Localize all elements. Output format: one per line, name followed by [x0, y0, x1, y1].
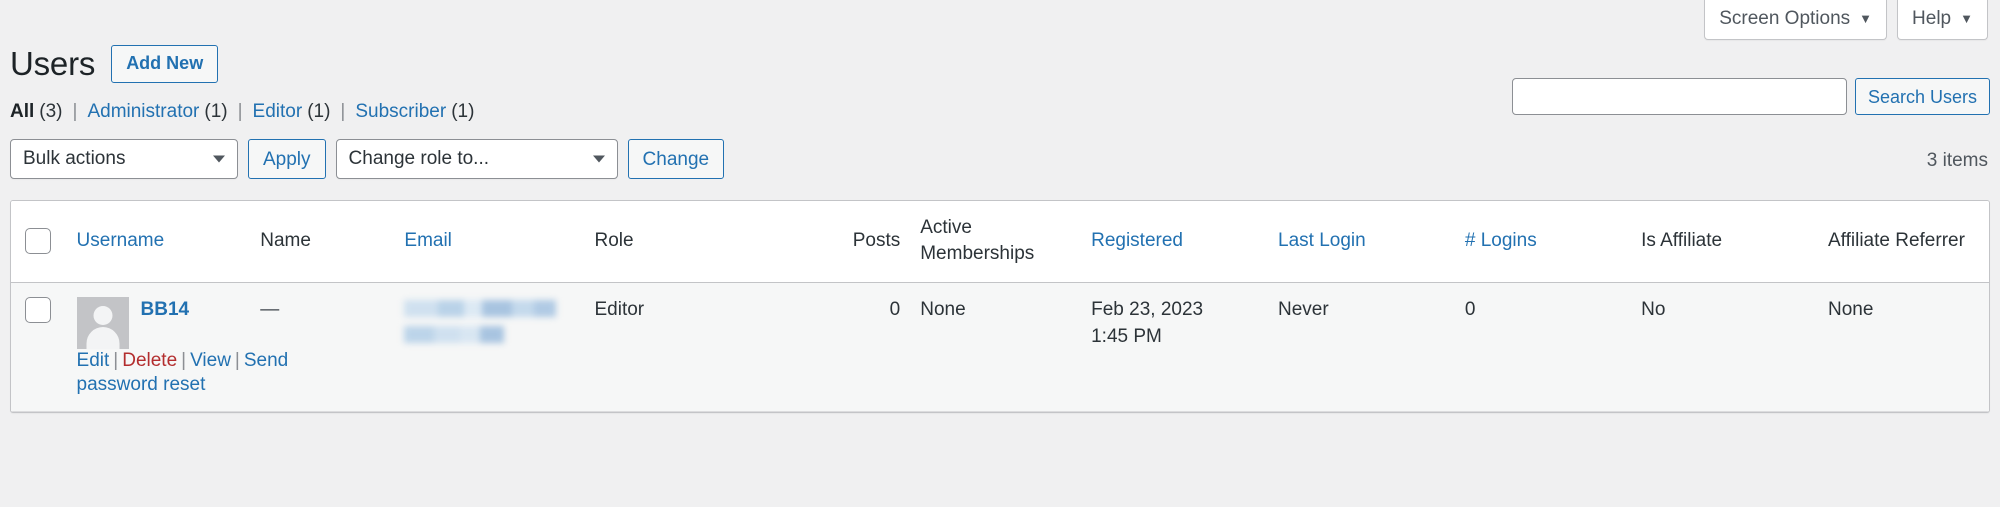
affiliate-referrer-cell: None	[1818, 282, 1989, 412]
screen-meta-tabs: Screen Options ▼ Help ▼	[1704, 0, 1988, 40]
column-header-active-memberships: Active Memberships	[910, 201, 1082, 284]
role-filter-links: All (3) | Administrator (1) | Editor (1) | …	[10, 99, 474, 126]
avatar-head	[93, 306, 113, 326]
num-logins-cell: 0	[1454, 282, 1632, 412]
column-header-num-logins[interactable]: # Logins	[1454, 201, 1632, 284]
select-all-header	[11, 201, 67, 284]
username-cell: BB14 Edit | Delete | View | Send password rese…	[66, 282, 288, 412]
table-header-row: Username Name Email Role Posts Active Me…	[11, 201, 1989, 284]
posts-cell: 0	[771, 282, 911, 412]
help-tab[interactable]: Help ▼	[1897, 0, 1988, 40]
email-redacted	[404, 297, 574, 344]
column-header-registered[interactable]: Registered	[1081, 201, 1268, 284]
filter-separator: |	[237, 101, 243, 122]
action-separator: |	[181, 350, 187, 372]
view-link[interactable]: View	[190, 350, 231, 371]
select-all-checkbox[interactable]	[25, 227, 51, 254]
column-header-username[interactable]: Username	[66, 201, 251, 284]
filter-all-count: (3)	[39, 101, 63, 122]
column-header-email[interactable]: Email	[394, 201, 585, 284]
redaction-block	[404, 326, 505, 344]
apply-button[interactable]: Apply	[248, 139, 326, 179]
filter-subscriber-count: (1)	[451, 101, 475, 122]
row-checkbox[interactable]	[25, 297, 51, 324]
column-header-name: Name	[250, 201, 395, 284]
sort-num-logins-link[interactable]: # Logins	[1465, 230, 1537, 251]
chevron-down-icon	[592, 155, 605, 163]
table-row: BB14 Edit | Delete | View | Send password rese…	[11, 282, 1989, 412]
row-select-cell	[11, 282, 67, 412]
displaying-num: 3 items	[1926, 150, 1988, 171]
action-separator: |	[234, 350, 240, 372]
action-separator: |	[113, 350, 119, 372]
role-cell: Editor	[584, 282, 772, 412]
email-cell	[394, 282, 585, 412]
users-table: Username Name Email Role Posts Active Me…	[10, 200, 1990, 413]
filter-editor[interactable]: Editor (1)	[253, 99, 331, 126]
change-role-selected-label: Change role to...	[348, 148, 490, 169]
bulk-actions-select[interactable]: Bulk actions	[10, 139, 238, 179]
name-cell: —	[250, 282, 395, 412]
active-memberships-cell: None	[910, 282, 1082, 412]
registered-time: 1:45 PM	[1091, 325, 1162, 347]
search-input[interactable]	[1511, 78, 1847, 115]
filter-all[interactable]: All (3)	[10, 99, 63, 126]
search-users-form: Search Users	[1511, 78, 1990, 115]
add-new-button[interactable]: Add New	[111, 44, 219, 84]
filter-editor-link[interactable]: Editor	[253, 101, 303, 122]
search-users-button[interactable]: Search Users	[1854, 78, 1990, 115]
change-role-button[interactable]: Change	[627, 139, 725, 179]
column-header-is-affiliate: Is Affiliate	[1631, 201, 1818, 284]
bulk-actions-selected-label: Bulk actions	[23, 148, 126, 169]
filter-administrator-link[interactable]: Administrator	[87, 101, 199, 122]
sort-registered-link[interactable]: Registered	[1091, 230, 1183, 251]
chevron-down-icon: ▼	[1859, 11, 1873, 26]
screen-options-label: Screen Options	[1719, 8, 1851, 29]
column-header-affiliate-referrer: Affiliate Referrer	[1818, 201, 1989, 284]
redaction-block	[404, 300, 557, 318]
sort-username-link[interactable]: Username	[77, 230, 165, 251]
default-avatar-icon	[76, 297, 129, 350]
chevron-down-icon: ▼	[1960, 11, 1973, 26]
registered-cell: Feb 23, 2023 1:45 PM	[1081, 282, 1268, 412]
avatar-body	[86, 327, 120, 350]
filter-subscriber-link[interactable]: Subscriber	[355, 101, 446, 122]
username-link[interactable]: BB14	[141, 299, 190, 320]
table-nav-top: Bulk actions Apply Change role to... Cha…	[10, 139, 725, 179]
filter-subscriber[interactable]: Subscriber (1)	[355, 99, 474, 126]
edit-link[interactable]: Edit	[77, 350, 110, 371]
filter-administrator[interactable]: Administrator (1)	[87, 99, 227, 126]
help-label: Help	[1912, 8, 1952, 29]
page-title: Users	[10, 45, 96, 83]
filter-all-link[interactable]: All	[10, 101, 34, 122]
column-header-last-login[interactable]: Last Login	[1268, 201, 1455, 284]
column-header-posts: Posts	[771, 201, 911, 284]
change-role-select[interactable]: Change role to...	[335, 139, 618, 179]
chevron-down-icon	[213, 155, 225, 163]
users-admin-page: Screen Options ▼ Help ▼ Users Add New Al…	[0, 0, 2000, 507]
last-login-cell: Never	[1268, 282, 1455, 412]
delete-link[interactable]: Delete	[122, 350, 177, 371]
column-header-role: Role	[584, 201, 772, 284]
screen-options-tab[interactable]: Screen Options ▼	[1704, 0, 1888, 40]
name-value: —	[260, 299, 280, 321]
registered-date: Feb 23, 2023	[1091, 299, 1204, 321]
page-header: Users Add New	[10, 22, 219, 106]
filter-administrator-count: (1)	[204, 101, 228, 122]
filter-separator: |	[72, 101, 78, 122]
filter-separator: |	[340, 101, 346, 122]
sort-last-login-link[interactable]: Last Login	[1278, 230, 1366, 251]
sort-email-link[interactable]: Email	[404, 230, 452, 251]
filter-editor-count: (1)	[307, 101, 331, 122]
is-affiliate-cell: No	[1631, 282, 1818, 412]
